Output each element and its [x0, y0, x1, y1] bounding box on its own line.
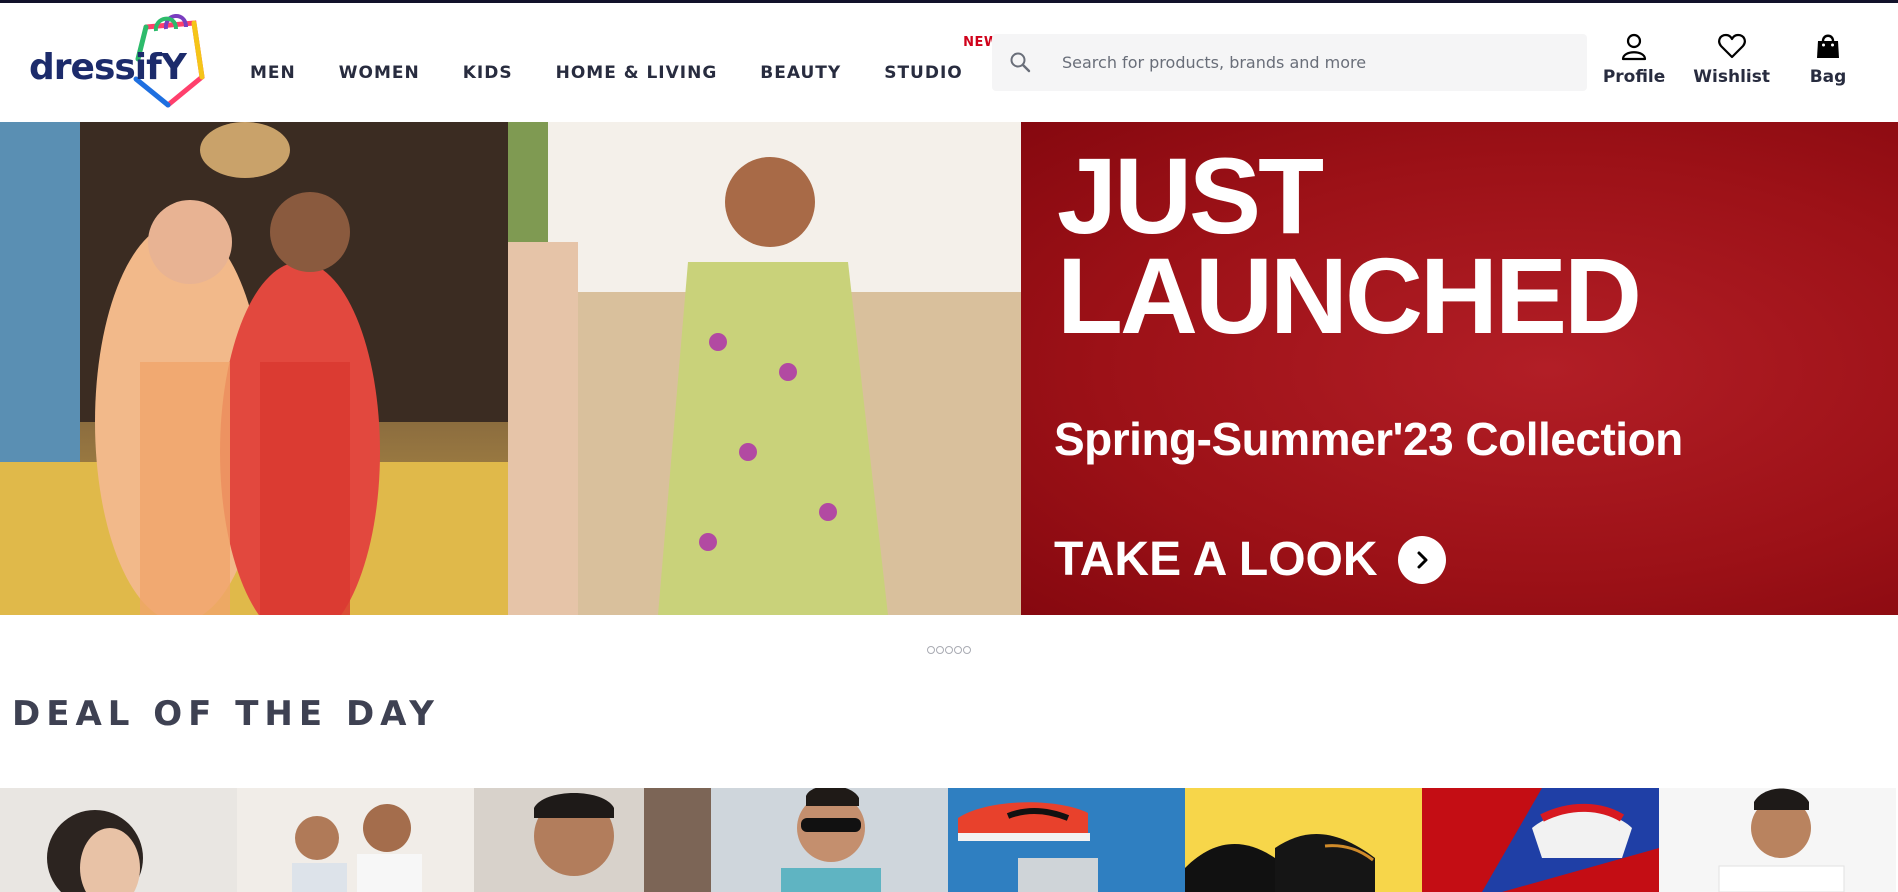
deal-tile[interactable] — [1185, 788, 1422, 892]
nav-item-kids[interactable]: KIDS — [463, 63, 513, 83]
bag-icon — [1817, 34, 1839, 58]
deal-tile[interactable] — [237, 788, 474, 892]
hero-title-line-2: LAUNCHED — [1057, 235, 1642, 356]
take-a-look-button[interactable]: TAKE A LOOK — [1054, 532, 1446, 587]
nav-item-home-living[interactable]: HOME & LIVING — [556, 63, 718, 83]
deal-of-the-day-title: DEAL OF THE DAY — [12, 694, 440, 734]
carousel-dot[interactable] — [963, 646, 971, 654]
model-photo-icon — [1659, 788, 1896, 892]
model-photo-icon — [474, 788, 711, 892]
deal-tile[interactable] — [948, 788, 1185, 892]
hero-title-line-1: JUST — [1057, 135, 1324, 256]
sneaker-photo-icon — [948, 788, 1185, 892]
model-photo-icon — [0, 788, 237, 892]
nav-item-men[interactable]: MEN — [250, 63, 296, 83]
hero-photo-1-image — [0, 122, 508, 615]
hero-title: JUST LAUNCHED — [1057, 135, 1642, 356]
carousel-dot[interactable] — [945, 646, 953, 654]
chevron-right-icon — [1397, 535, 1446, 584]
nav-item-beauty[interactable]: BEAUTY — [760, 63, 841, 83]
nav-item-women[interactable]: WOMEN — [339, 63, 420, 83]
deal-tile[interactable] — [1422, 788, 1659, 892]
deal-tile[interactable] — [0, 788, 237, 892]
model-photo-icon — [237, 788, 474, 892]
deal-of-the-day-row — [0, 788, 1898, 892]
deal-tile[interactable] — [1659, 788, 1896, 892]
hero-photo-woman-desert — [508, 122, 1021, 615]
sneaker-photo-icon — [1422, 788, 1659, 892]
brand-logo[interactable]: dressifY — [26, 7, 206, 109]
profile-button[interactable]: Profile — [1603, 31, 1665, 87]
header-actions: Profile Wishlist Bag — [1575, 31, 1858, 87]
model-photo-icon — [711, 788, 948, 892]
carousel-dot[interactable] — [927, 646, 935, 654]
brand-name: dressifY — [29, 47, 187, 88]
nav-item-studio-label: STUDIO — [884, 62, 963, 83]
nav-item-studio[interactable]: STUDIO NEW — [884, 35, 998, 83]
carousel-indicators — [927, 646, 972, 654]
shoe-photo-icon — [1185, 788, 1422, 892]
take-a-look-label: TAKE A LOOK — [1054, 533, 1378, 586]
site-header: dressifY MEN WOMEN KIDS HOME & LIVING BE… — [0, 3, 1898, 122]
carousel-dot[interactable] — [936, 646, 944, 654]
profile-label: Profile — [1602, 67, 1666, 87]
bag-label: Bag — [1809, 67, 1847, 87]
bag-button[interactable]: Bag — [1798, 31, 1858, 87]
deal-tile[interactable] — [474, 788, 711, 892]
search-bar — [992, 34, 1587, 91]
hero-photo-women-cafe — [0, 122, 508, 615]
user-icon — [1621, 33, 1647, 61]
deal-tile[interactable] — [711, 788, 948, 892]
search-icon[interactable] — [1008, 50, 1032, 74]
heart-icon — [1717, 33, 1746, 59]
carousel-dot[interactable] — [954, 646, 962, 654]
hero-banner[interactable]: JUST LAUNCHED Spring-Summer'23 Collectio… — [0, 122, 1898, 615]
hero-promo-panel: JUST LAUNCHED Spring-Summer'23 Collectio… — [1021, 122, 1898, 615]
wishlist-button[interactable]: Wishlist — [1693, 31, 1770, 87]
wishlist-label: Wishlist — [1693, 67, 1770, 87]
main-navigation: MEN WOMEN KIDS HOME & LIVING BEAUTY STUD… — [250, 3, 1006, 122]
hero-photo-2-image — [508, 122, 1021, 615]
hero-subtitle: Spring-Summer'23 Collection — [1054, 413, 1683, 465]
search-input[interactable] — [1062, 34, 1572, 91]
